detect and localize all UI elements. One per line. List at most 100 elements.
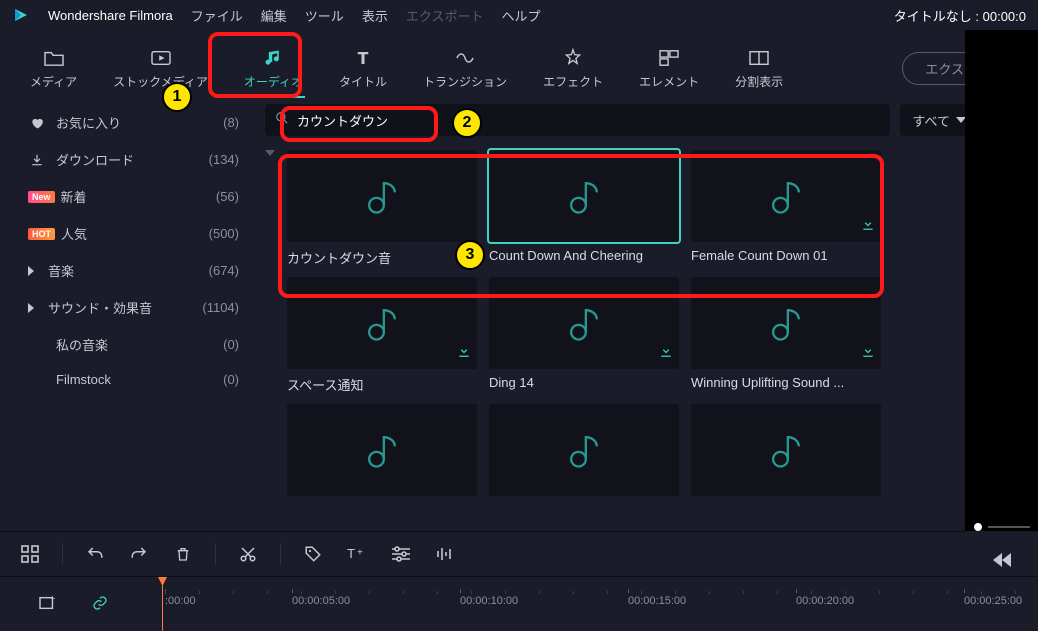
audio-thumb[interactable] [287,404,477,496]
download-icon[interactable] [457,344,471,363]
menu-edit[interactable]: 編集 [261,6,287,25]
sidebar-downloads[interactable]: ダウンロード (134) [0,141,265,178]
audio-thumb[interactable] [287,277,477,369]
timeline-tick: :00:00 [165,595,196,607]
menu-help[interactable]: ヘルプ [501,6,540,25]
split-icon [748,47,770,69]
sidebar-label: Filmstock [56,372,111,387]
download-icon[interactable] [659,344,673,363]
element-icon [658,47,680,69]
audio-label: Count Down And Cheering [489,248,679,263]
sidebar-count: (1104) [202,300,247,315]
audio-thumb[interactable] [489,277,679,369]
undo-button[interactable] [83,542,107,566]
main-tabs: メディア ストックメディア オーディオ タイトル トランジション エフェクト エ… [0,30,1038,98]
sidebar-count: (56) [216,189,247,204]
audio-card[interactable]: Winning Uplifting Sound ... [691,277,881,394]
search-box[interactable] [265,104,890,136]
sidebar-label: サウンド・効果音 [48,298,152,317]
collapse-handle[interactable] [265,142,279,156]
adjust-button[interactable] [389,542,413,566]
folder-icon [43,47,65,69]
search-icon [275,111,289,130]
menu-bar: ファイル 編集 ツール 表示 エクスポート ヘルプ [191,6,541,25]
playhead[interactable] [162,577,163,631]
audio-label: スペース通知 [287,375,477,394]
timeline-tick: 00:00:25:00 [964,595,1022,607]
preview-slider[interactable] [974,523,1030,531]
preview-panel [965,30,1038,531]
sidebar-count: (0) [223,337,247,352]
cut-button[interactable] [236,542,260,566]
audio-card[interactable]: Ding 14 [489,277,679,394]
tab-audio[interactable]: オーディオ [226,41,321,96]
sidebar-my-music[interactable]: 私の音楽 (0) [0,326,265,363]
sidebar-hot[interactable]: HOT 人気 (500) [0,215,265,252]
audio-thumb[interactable] [489,404,679,496]
download-icon[interactable] [861,344,875,363]
app-logo [12,6,30,24]
sidebar-music[interactable]: 音楽 (674) [0,252,265,289]
tab-title[interactable]: タイトル [321,41,405,96]
sidebar-favorites[interactable]: お気に入り (8) [0,104,265,141]
timeline-toolbar: T+ [0,531,965,576]
tab-transition[interactable]: トランジション [405,41,525,96]
menu-file[interactable]: ファイル [191,6,243,25]
download-icon[interactable] [861,217,875,236]
menu-view[interactable]: 表示 [362,6,388,25]
sidebar-new[interactable]: New 新着 (56) [0,178,265,215]
tab-element[interactable]: エレメント [621,41,717,96]
audio-card[interactable] [489,404,679,502]
text-add-button[interactable]: T+ [345,542,369,566]
audio-thumb[interactable] [691,277,881,369]
sidebar-sfx[interactable]: サウンド・効果音 (1104) [0,289,265,326]
sidebar-label: 人気 [61,224,87,243]
redo-button[interactable] [127,542,151,566]
tag-button[interactable] [301,542,325,566]
audio-thumb[interactable] [287,150,477,242]
audio-thumb[interactable] [691,404,881,496]
audio-label: Ding 14 [489,375,679,390]
sidebar-count: (500) [209,226,247,241]
project-title: タイトルなし : 00:00:0 [894,6,1026,25]
tab-split[interactable]: 分割表示 [717,41,801,96]
search-input[interactable] [297,113,880,128]
chevron-right-icon [28,303,38,313]
link-button[interactable] [88,591,112,615]
audio-card[interactable] [691,404,881,502]
audio-card[interactable] [287,404,477,502]
cards-grid: カウントダウン音 Count Down And Cheering Female Co… [285,142,883,510]
tab-effect[interactable]: エフェクト [525,41,621,96]
add-track-button[interactable]: + [36,591,60,615]
effect-icon [563,47,583,69]
menu-export: エクスポート [406,6,484,25]
menu-tools[interactable]: ツール [305,6,344,25]
heart-icon [28,116,46,130]
svg-text:+: + [50,595,56,605]
waveform-button[interactable] [433,542,457,566]
audio-card[interactable]: Female Count Down 01 [691,150,881,267]
tab-media[interactable]: メディア [12,41,95,96]
audio-card[interactable]: スペース通知 [287,277,477,394]
title-bar: Wondershare Filmora ファイル 編集 ツール 表示 エクスポー… [0,0,1038,30]
timeline-tick: 00:00:15:00 [628,595,686,607]
audio-thumb[interactable] [691,150,881,242]
tab-stock[interactable]: ストックメディア [95,41,226,96]
timeline-ruler[interactable]: :00:0000:00:05:0000:00:10:0000:00:15:000… [160,595,1038,615]
sidebar-label: 音楽 [48,261,74,280]
download-icon [28,153,46,167]
audio-card[interactable]: Count Down And Cheering [489,150,679,267]
timeline-track-icons: + [36,591,112,615]
step-back-button[interactable] [988,549,1016,571]
sidebar-count: (674) [209,263,247,278]
hot-badge: HOT [28,228,55,240]
timeline-tick: 00:00:20:00 [796,595,854,607]
timeline[interactable]: + :00:0000:00:05:0000:00:10:0000:00:15:0… [0,576,1038,631]
audio-card[interactable]: カウントダウン音 [287,150,477,267]
delete-button[interactable] [171,542,195,566]
audio-thumb[interactable] [489,150,679,242]
layout-button[interactable] [18,542,42,566]
sidebar-filmstock[interactable]: Filmstock (0) [0,363,265,396]
app-name: Wondershare Filmora [48,8,173,23]
filter-label: すべて [912,111,950,130]
